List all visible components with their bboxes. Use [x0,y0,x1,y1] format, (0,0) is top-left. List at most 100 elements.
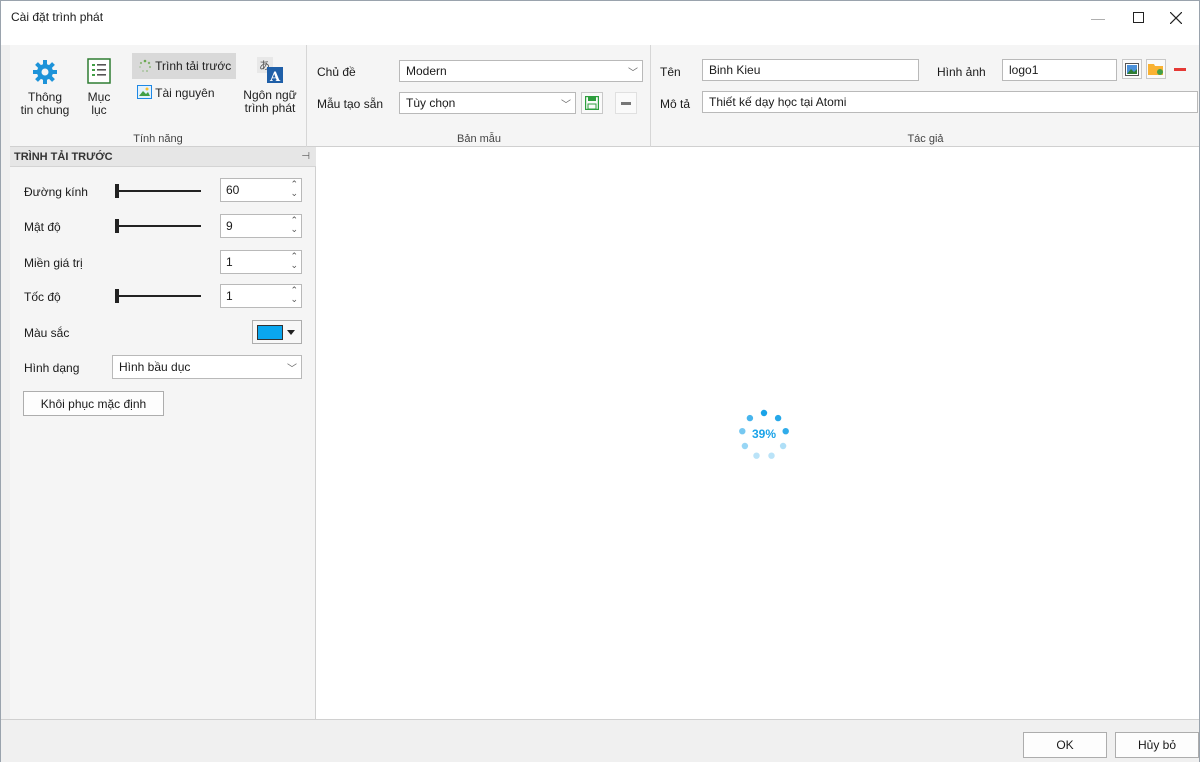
picture-icon [1125,62,1139,76]
spinner-dot [782,428,789,435]
preloader-panel: TRÌNH TẢI TRƯỚC ⊣ Đường kính 60 ⌃ ⌄ Mật đ… [10,147,316,719]
author-name-label: Tên [660,65,681,79]
range-value: 1 [226,255,233,269]
minimize-button[interactable]: — [1079,1,1117,34]
pin-icon[interactable]: ⊣ [301,151,310,162]
maximize-button[interactable] [1119,1,1157,34]
preset-dropdown[interactable]: Tùy chọn ﹀ [399,92,576,114]
diameter-slider[interactable] [115,184,201,198]
author-name-value: Binh Kieu [709,63,761,77]
resources-label: Tài nguyên [155,86,215,100]
slider-thumb[interactable] [115,219,119,233]
template-caption: Bản mẫu [456,133,502,145]
diameter-spinner[interactable]: 60 ⌃ ⌄ [220,178,302,202]
chevron-down-icon: ﹀ [561,100,571,111]
density-spinner[interactable]: 9 ⌃ ⌄ [220,214,302,238]
spinner-dot [760,409,768,417]
range-label: Miền giá trị [24,256,83,270]
slider-track [115,190,201,192]
slider-thumb[interactable] [115,289,119,303]
player-language-label: Ngôn ngữ trình phát [243,88,297,115]
preset-value: Tùy chọn [406,96,456,110]
svg-text:A: A [269,70,281,85]
spinner-icon [139,59,152,72]
spinner-arrows-icon[interactable]: ⌃ ⌄ [290,286,298,304]
progress-percent: 39% [751,427,777,441]
toc-label: Mục lục [87,90,111,117]
shape-value: Hình bầu dục [119,360,191,374]
density-value: 9 [226,219,233,233]
spinner-arrows-icon[interactable]: ⌃ ⌄ [290,252,298,270]
image-value: logo1 [1009,63,1039,77]
spinner-dot [746,414,754,422]
ok-label: OK [1056,738,1074,752]
reset-defaults-label: Khôi phục mặc định [40,396,147,411]
general-info-label: Thông tin chung [20,90,70,117]
panel-header: TRÌNH TẢI TRƯỚC ⊣ [10,147,316,167]
spinner-dot [768,452,775,459]
features-group: Thông tin chung Mục lục Trình tải trước [10,45,307,147]
left-edge-strip [1,45,10,719]
cancel-button[interactable]: Hủy bỏ [1115,732,1199,758]
density-label: Mật độ [24,220,61,234]
translate-icon: あ A [257,57,283,85]
description-value: Thiết kế dạy học tại Atomi [709,95,847,109]
theme-label: Chủ đề [317,65,356,79]
template-group: Chủ đề Modern ﹀ Mẫu tạo sẵn Tùy chọn ﹀ B [308,45,651,147]
description-input[interactable]: Thiết kế dạy học tại Atomi [702,91,1198,113]
spinner-dot [753,452,760,459]
spinner-arrows-icon[interactable]: ⌃ ⌄ [290,180,298,198]
player-settings-window: Cài đặt trình phát — Thông tin chung Mục… [0,0,1200,762]
preloader-label: Trình tải trước [155,59,232,73]
slider-track [115,225,201,227]
density-slider[interactable] [115,219,201,233]
theme-dropdown[interactable]: Modern ﹀ [399,60,643,82]
speed-slider[interactable] [115,289,201,303]
author-caption: Tác giả [907,133,944,145]
color-swatch [257,325,283,340]
range-spinner[interactable]: 1 ⌃ ⌄ [220,250,302,274]
features-caption: Tính năng [133,133,183,145]
description-label: Mô tả [660,97,691,111]
ok-button[interactable]: OK [1023,732,1107,758]
general-info-button[interactable]: Thông tin chung [14,59,76,117]
cancel-label: Hủy bỏ [1137,738,1177,752]
minus-icon [1174,67,1186,71]
browse-image-button[interactable] [1146,59,1166,79]
close-button[interactable] [1157,1,1195,34]
preset-label: Mẫu tạo sẵn [317,97,384,111]
diameter-value: 60 [226,183,240,197]
dialog-footer: OK Hủy bỏ [1,719,1199,762]
delete-preset-button[interactable] [615,92,637,114]
spinner-arrows-icon[interactable]: ⌃ ⌄ [290,216,298,234]
preloader-button[interactable]: Trình tải trước [132,53,236,79]
image-preview-button[interactable] [1122,59,1142,79]
remove-image-button[interactable] [1170,59,1190,79]
reset-defaults-button[interactable]: Khôi phục mặc định [23,391,164,416]
caret-down-icon [287,330,295,335]
color-label: Màu sắc [24,326,70,340]
preview-canvas: 39% [317,147,1199,719]
chevron-down-icon: ﹀ [287,364,297,375]
window-title: Cài đặt trình phát [11,10,104,24]
resources-button[interactable]: Tài nguyên [137,85,227,100]
minimize-icon: — [1091,9,1105,26]
spinner-dot [779,442,787,450]
color-picker[interactable] [252,320,302,344]
shape-dropdown[interactable]: Hình bầu dục ﹀ [112,355,302,379]
slider-thumb[interactable] [115,184,119,198]
ribbon: Thông tin chung Mục lục Trình tải trước [1,45,1199,147]
image-input[interactable]: logo1 [1002,59,1117,81]
save-icon [585,96,599,110]
save-preset-button[interactable] [581,92,603,114]
diameter-label: Đường kính [24,185,88,199]
author-group: Tên Binh Kieu Hình ảnh logo1 Mô tả Thiết… [652,45,1199,147]
speed-value: 1 [226,289,233,303]
theme-value: Modern [406,64,447,78]
speed-spinner[interactable]: 1 ⌃ ⌄ [220,284,302,308]
player-language-button[interactable]: あ A Ngôn ngữ trình phát [236,55,304,115]
toc-button[interactable]: Mục lục [82,57,116,117]
author-name-input[interactable]: Binh Kieu [702,59,919,81]
image-label: Hình ảnh [937,65,986,79]
close-icon [1170,11,1182,24]
